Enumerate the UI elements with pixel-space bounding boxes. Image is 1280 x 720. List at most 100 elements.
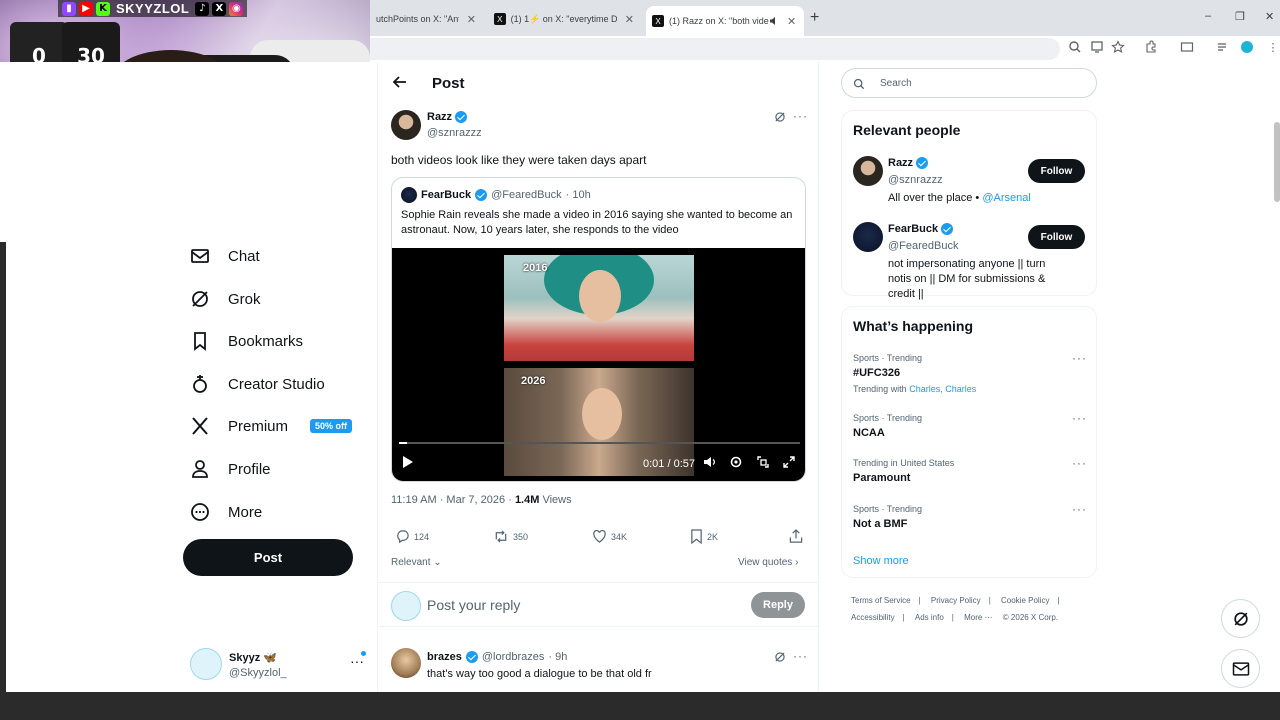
post-actions: 124 350 34K 2K bbox=[391, 529, 806, 549]
mail-icon bbox=[191, 249, 209, 263]
install-app-icon[interactable] bbox=[1090, 40, 1104, 54]
person-name[interactable]: FearBuck bbox=[888, 223, 954, 235]
tab-close-icon[interactable]: ✕ bbox=[787, 15, 796, 28]
volume-icon[interactable] bbox=[703, 455, 717, 469]
card-title: What’s happening bbox=[853, 318, 974, 334]
trend-more-icon[interactable]: ··· bbox=[1072, 456, 1087, 470]
reply-button[interactable]: Reply bbox=[751, 592, 805, 618]
profile-avatar-icon[interactable] bbox=[1240, 40, 1254, 54]
messages-fab[interactable] bbox=[1221, 649, 1260, 688]
footer-link[interactable]: Accessibility bbox=[851, 613, 895, 622]
face bbox=[582, 388, 622, 440]
new-tab-button[interactable]: + bbox=[810, 9, 819, 27]
follow-button[interactable]: Follow bbox=[1028, 159, 1085, 183]
footer-link[interactable]: Terms of Service bbox=[851, 596, 911, 605]
account-name: Skyyz 🦋 bbox=[229, 652, 277, 664]
footer-link[interactable]: Cookie Policy bbox=[1001, 596, 1049, 605]
person-name[interactable]: Razz bbox=[888, 157, 929, 169]
reply-author-avatar[interactable] bbox=[391, 648, 421, 678]
nav-item-grok[interactable]: Grok bbox=[188, 279, 261, 319]
whats-happening-card: What’s happening Sports · Trending #UFC3… bbox=[841, 306, 1097, 578]
video-player[interactable]: 2016 2026 0:01 / 0:57 bbox=[392, 248, 805, 481]
media-controls-icon[interactable] bbox=[1216, 40, 1230, 54]
nav-label: Bookmarks bbox=[228, 332, 304, 350]
nav-item-more[interactable]: More bbox=[188, 492, 262, 532]
minimize-button[interactable]: – bbox=[1205, 10, 1211, 22]
trend-more-icon[interactable]: ··· bbox=[1072, 502, 1087, 516]
zoom-icon[interactable] bbox=[1068, 40, 1082, 54]
person-avatar[interactable] bbox=[853, 156, 883, 186]
trend-more-icon[interactable]: ··· bbox=[1072, 351, 1087, 365]
star-icon[interactable] bbox=[1111, 40, 1125, 54]
grok-icon bbox=[192, 291, 208, 307]
page-scrollbar[interactable] bbox=[1274, 122, 1280, 202]
extensions-icon[interactable] bbox=[1144, 40, 1158, 54]
repost-action[interactable]: 350 bbox=[493, 529, 528, 544]
cast-icon[interactable] bbox=[1180, 40, 1194, 54]
back-arrow-icon[interactable] bbox=[392, 74, 408, 90]
like-count: 34K bbox=[611, 531, 628, 542]
tab-close-icon[interactable]: ✕ bbox=[467, 13, 476, 26]
follow-button[interactable]: Follow bbox=[1028, 225, 1085, 249]
browser-tab-bar: utchPoints on X: "Anthony ✕ X (1) 1⚡ on … bbox=[370, 0, 1280, 36]
compose-post-button[interactable]: Post bbox=[183, 539, 353, 576]
tab-close-icon[interactable]: ✕ bbox=[625, 13, 634, 26]
show-more-link[interactable]: Show more bbox=[853, 555, 909, 567]
browser-tab-1[interactable]: utchPoints on X: "Anthony ✕ bbox=[370, 8, 482, 30]
browser-tab-2[interactable]: X (1) 1⚡ on X: "everytime Dillon ✕ bbox=[488, 8, 640, 30]
footer-link[interactable]: More ··· bbox=[964, 613, 992, 622]
trend-more-icon[interactable]: ··· bbox=[1072, 411, 1087, 425]
reply-author-name: brazes bbox=[427, 651, 462, 663]
quoted-post[interactable]: FearBuck @FearedBuck · 10h Sophie Rain r… bbox=[391, 177, 806, 482]
video-progress-bar[interactable] bbox=[399, 442, 800, 444]
fullscreen-icon[interactable] bbox=[782, 455, 796, 469]
reply-sort-dropdown[interactable]: Relevant ⌄ bbox=[391, 557, 442, 568]
grok-icon[interactable] bbox=[773, 110, 787, 124]
trend-with-link[interactable]: Charles, Charles bbox=[909, 384, 976, 394]
settings-gear-icon[interactable] bbox=[729, 455, 743, 469]
speaker-icon[interactable] bbox=[769, 16, 779, 26]
view-quotes-link[interactable]: View quotes › bbox=[738, 557, 798, 568]
nav-item-chat[interactable]: Chat bbox=[188, 236, 260, 276]
grok-icon[interactable] bbox=[773, 650, 787, 664]
search-input[interactable]: Search bbox=[880, 78, 912, 89]
bio-link[interactable]: @Arsenal bbox=[982, 192, 1030, 204]
address-bar[interactable] bbox=[370, 38, 1060, 60]
search-box[interactable]: Search bbox=[841, 68, 1097, 98]
reply-action[interactable]: 124 bbox=[395, 529, 429, 544]
restore-button[interactable]: ❐ bbox=[1235, 10, 1245, 23]
post-author[interactable]: Razz bbox=[427, 111, 468, 123]
trend-title: NCAA bbox=[853, 427, 885, 439]
author-name: Razz bbox=[427, 111, 453, 123]
footer-link[interactable]: Privacy Policy bbox=[931, 596, 981, 605]
author-handle[interactable]: @sznrazzz bbox=[427, 127, 482, 139]
play-icon[interactable] bbox=[402, 455, 414, 469]
verified-badge-icon bbox=[916, 157, 929, 169]
close-window-button[interactable]: ✕ bbox=[1265, 10, 1274, 23]
reply-more-icon[interactable]: ··· bbox=[793, 649, 808, 663]
browser-menu-icon[interactable]: ⋮ bbox=[1266, 40, 1280, 54]
account-switcher[interactable]: Skyyz 🦋 @Skyyzlol_ ··· bbox=[190, 647, 370, 683]
nav-item-creator-studio[interactable]: Creator Studio bbox=[188, 364, 325, 404]
grok-fab[interactable] bbox=[1221, 599, 1260, 638]
reply-text: that's way too good a dialogue to be tha… bbox=[427, 668, 652, 680]
browser-tab-active[interactable]: X (1) Razz on X: "both videos ✕ bbox=[646, 6, 804, 36]
post-timestamp[interactable]: 11:19 AM · Mar 7, 2026 bbox=[391, 494, 505, 506]
nav-label: Profile bbox=[228, 460, 271, 478]
reply-input[interactable]: Post your reply bbox=[427, 597, 520, 613]
nav-item-bookmarks[interactable]: Bookmarks bbox=[188, 321, 303, 361]
nav-item-premium[interactable]: Premium 50% off bbox=[188, 406, 353, 446]
picture-in-picture-icon[interactable] bbox=[756, 455, 770, 469]
trend-with-prefix: Trending with bbox=[853, 384, 907, 394]
footer-link[interactable]: Ads info bbox=[915, 613, 944, 622]
bookmark-action[interactable]: 2K bbox=[690, 529, 718, 544]
person-avatar[interactable] bbox=[853, 222, 883, 252]
reply-count: 124 bbox=[414, 531, 430, 542]
person-handle: @sznrazzz bbox=[888, 174, 943, 186]
like-action[interactable]: 34K bbox=[592, 529, 627, 544]
reply-author[interactable]: brazes @lordbrazes · 9h bbox=[427, 651, 567, 663]
nav-item-profile[interactable]: Profile bbox=[188, 449, 271, 489]
share-action[interactable] bbox=[789, 529, 803, 544]
author-avatar[interactable] bbox=[391, 110, 421, 140]
post-more-icon[interactable]: ··· bbox=[793, 109, 808, 123]
